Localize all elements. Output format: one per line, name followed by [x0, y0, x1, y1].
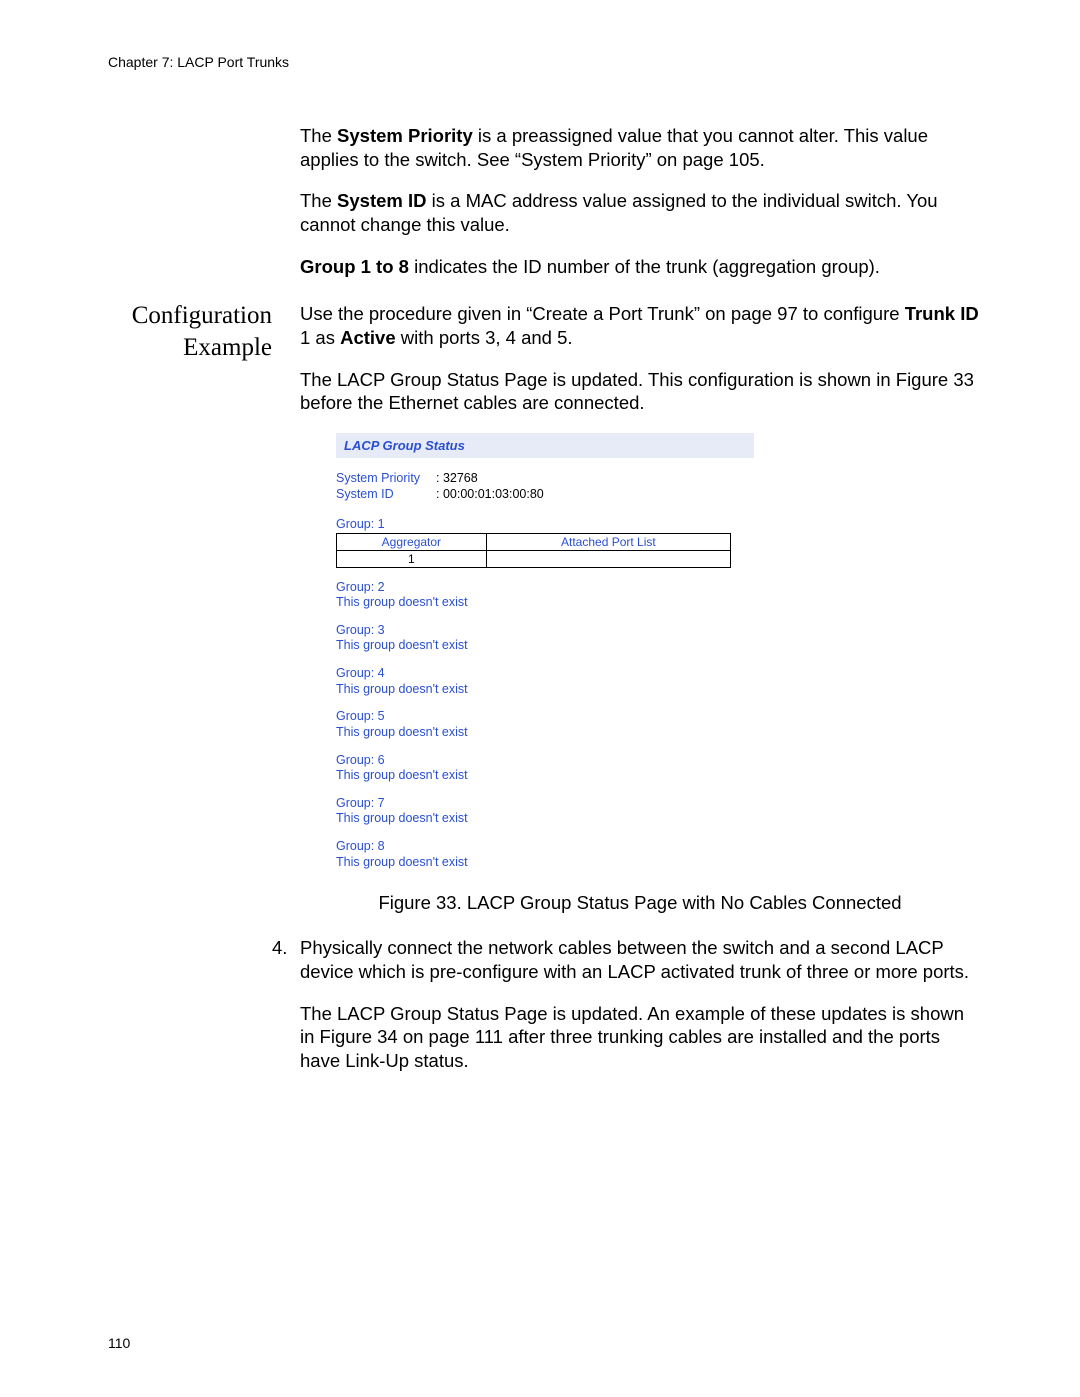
group-label: Group: 8 [336, 839, 754, 855]
group-message: This group doesn't exist [336, 855, 754, 871]
group-block: Group: 4This group doesn't exist [336, 666, 754, 697]
lacp-figure: LACP Group Status System Priority : 3276… [336, 433, 754, 870]
group-block: Group: 7This group doesn't exist [336, 796, 754, 827]
table-header-row: Aggregator Attached Port List [337, 533, 731, 550]
text: 1 as [300, 327, 340, 348]
lacp-title-bar: LACP Group Status [336, 433, 754, 458]
group-message: This group doesn't exist [336, 638, 754, 654]
kv-val: : 00:00:01:03:00:80 [436, 486, 544, 502]
text: The [300, 190, 337, 211]
intro-p2: The System ID is a MAC address value ass… [300, 189, 980, 236]
group1-label: Group: 1 [336, 517, 754, 531]
step-4: 4. Physically connect the network cables… [272, 936, 980, 983]
group-block: Group: 6This group doesn't exist [336, 753, 754, 784]
kv-system-id: System ID : 00:00:01:03:00:80 [336, 486, 754, 502]
kv-key: System Priority [336, 470, 436, 486]
bold-system-id: System ID [337, 190, 426, 211]
group-message: This group doesn't exist [336, 682, 754, 698]
intro-p3: Group 1 to 8 indicates the ID number of … [300, 255, 980, 279]
group-message: This group doesn't exist [336, 725, 754, 741]
groups-container: Group: 2This group doesn't existGroup: 3… [336, 580, 754, 871]
text: with ports 3, 4 and 5. [396, 327, 573, 348]
page-number: 110 [108, 1335, 130, 1351]
td-aggregator: 1 [337, 550, 487, 567]
config-p1: Use the procedure given in “Create a Por… [300, 302, 980, 349]
page: Chapter 7: LACP Port Trunks The System P… [0, 0, 1080, 1397]
group-label: Group: 3 [336, 623, 754, 639]
content-area: The System Priority is a preassigned val… [108, 124, 980, 1091]
th-attached-port-list: Attached Port List [486, 533, 730, 550]
config-main: Use the procedure given in “Create a Por… [300, 302, 980, 1090]
kv-key: System ID [336, 486, 436, 502]
intro-p1: The System Priority is a preassigned val… [300, 124, 980, 171]
group-block: Group: 2This group doesn't exist [336, 580, 754, 611]
table-row: 1 [337, 550, 731, 567]
kv-val: : 32768 [436, 470, 478, 486]
group-label: Group: 2 [336, 580, 754, 596]
group-block: Group: 3This group doesn't exist [336, 623, 754, 654]
figure-caption: Figure 33. LACP Group Status Page with N… [300, 892, 980, 914]
aggregator-table: Aggregator Attached Port List 1 [336, 533, 731, 568]
intro-block: The System Priority is a preassigned val… [300, 124, 980, 296]
group-block: Group: 5This group doesn't exist [336, 709, 754, 740]
side-heading: Configuration Example [108, 300, 300, 363]
kv-system-priority: System Priority : 32768 [336, 470, 754, 486]
step-body: Physically connect the network cables be… [300, 936, 980, 983]
after-step-paragraph: The LACP Group Status Page is updated. A… [300, 1002, 980, 1073]
text: Use the procedure given in “Create a Por… [300, 303, 905, 324]
chapter-header: Chapter 7: LACP Port Trunks [108, 54, 980, 70]
group-label: Group: 5 [336, 709, 754, 725]
group-message: This group doesn't exist [336, 811, 754, 827]
td-attached-port-list [486, 550, 730, 567]
group-label: Group: 7 [336, 796, 754, 812]
text: The [300, 125, 337, 146]
bold-active: Active [340, 327, 396, 348]
group-message: This group doesn't exist [336, 595, 754, 611]
config-row: Configuration Example Use the procedure … [108, 302, 980, 1090]
group-block: Group: 8This group doesn't exist [336, 839, 754, 870]
step-number: 4. [272, 936, 300, 983]
bold-trunk-id: Trunk ID [905, 303, 979, 324]
text: indicates the ID number of the trunk (ag… [409, 256, 880, 277]
group-label: Group: 4 [336, 666, 754, 682]
group-message: This group doesn't exist [336, 768, 754, 784]
bold-system-priority: System Priority [337, 125, 473, 146]
group-label: Group: 6 [336, 753, 754, 769]
th-aggregator: Aggregator [337, 533, 487, 550]
bold-group-range: Group 1 to 8 [300, 256, 409, 277]
config-p2: The LACP Group Status Page is updated. T… [300, 368, 980, 415]
lacp-body: System Priority : 32768 System ID : 00:0… [336, 458, 754, 870]
